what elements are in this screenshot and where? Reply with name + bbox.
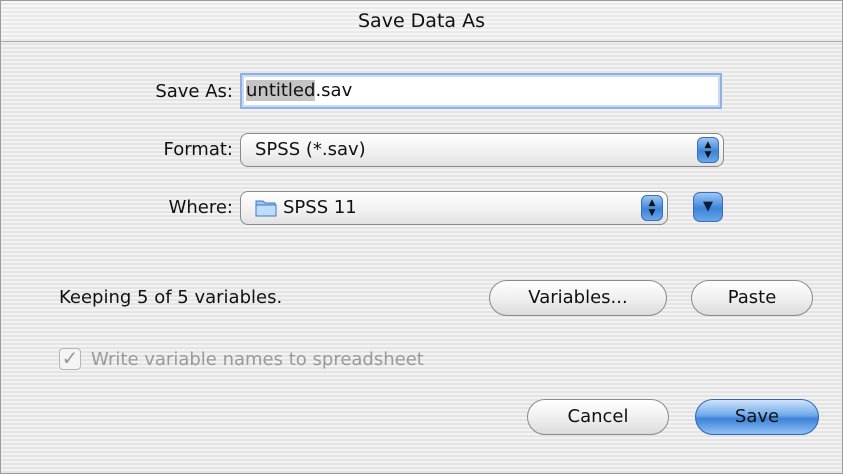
variables-count-text: Keeping 5 of 5 variables.: [59, 287, 283, 308]
write-variable-names-label: Write variable names to spreadsheet: [91, 349, 424, 370]
up-down-arrows-icon: ▲ ▼: [697, 137, 719, 163]
where-label: Where:: [168, 197, 233, 218]
save-data-dialog: Save Data As Save As: untitled.sav Forma…: [0, 0, 843, 474]
save-as-extension-text: .sav: [315, 80, 353, 101]
write-variable-names-checkbox[interactable]: ✓: [59, 348, 81, 370]
save-as-selected-text: untitled: [246, 80, 316, 101]
where-popup-value: SPSS 11: [283, 197, 357, 218]
chevron-down-icon: ▼: [703, 199, 713, 214]
window-title: Save Data As: [1, 1, 842, 42]
paste-button[interactable]: Paste: [691, 280, 813, 316]
save-button[interactable]: Save: [695, 399, 819, 435]
checkmark-icon: ✓: [61, 346, 79, 370]
where-popup[interactable]: SPSS 11 ▲ ▼: [240, 191, 668, 225]
format-popup-value: SPSS (*.sav): [255, 139, 366, 160]
format-label: Format:: [163, 139, 234, 160]
save-as-label: Save As:: [155, 81, 233, 102]
expand-browser-button[interactable]: ▼: [693, 192, 723, 222]
folder-icon: [255, 200, 277, 217]
format-popup[interactable]: SPSS (*.sav) ▲ ▼: [240, 133, 724, 167]
variables-button[interactable]: Variables...: [489, 280, 667, 316]
up-down-arrows-icon: ▲ ▼: [641, 195, 663, 221]
cancel-button[interactable]: Cancel: [527, 399, 669, 435]
save-as-input[interactable]: untitled.sav: [240, 73, 722, 109]
